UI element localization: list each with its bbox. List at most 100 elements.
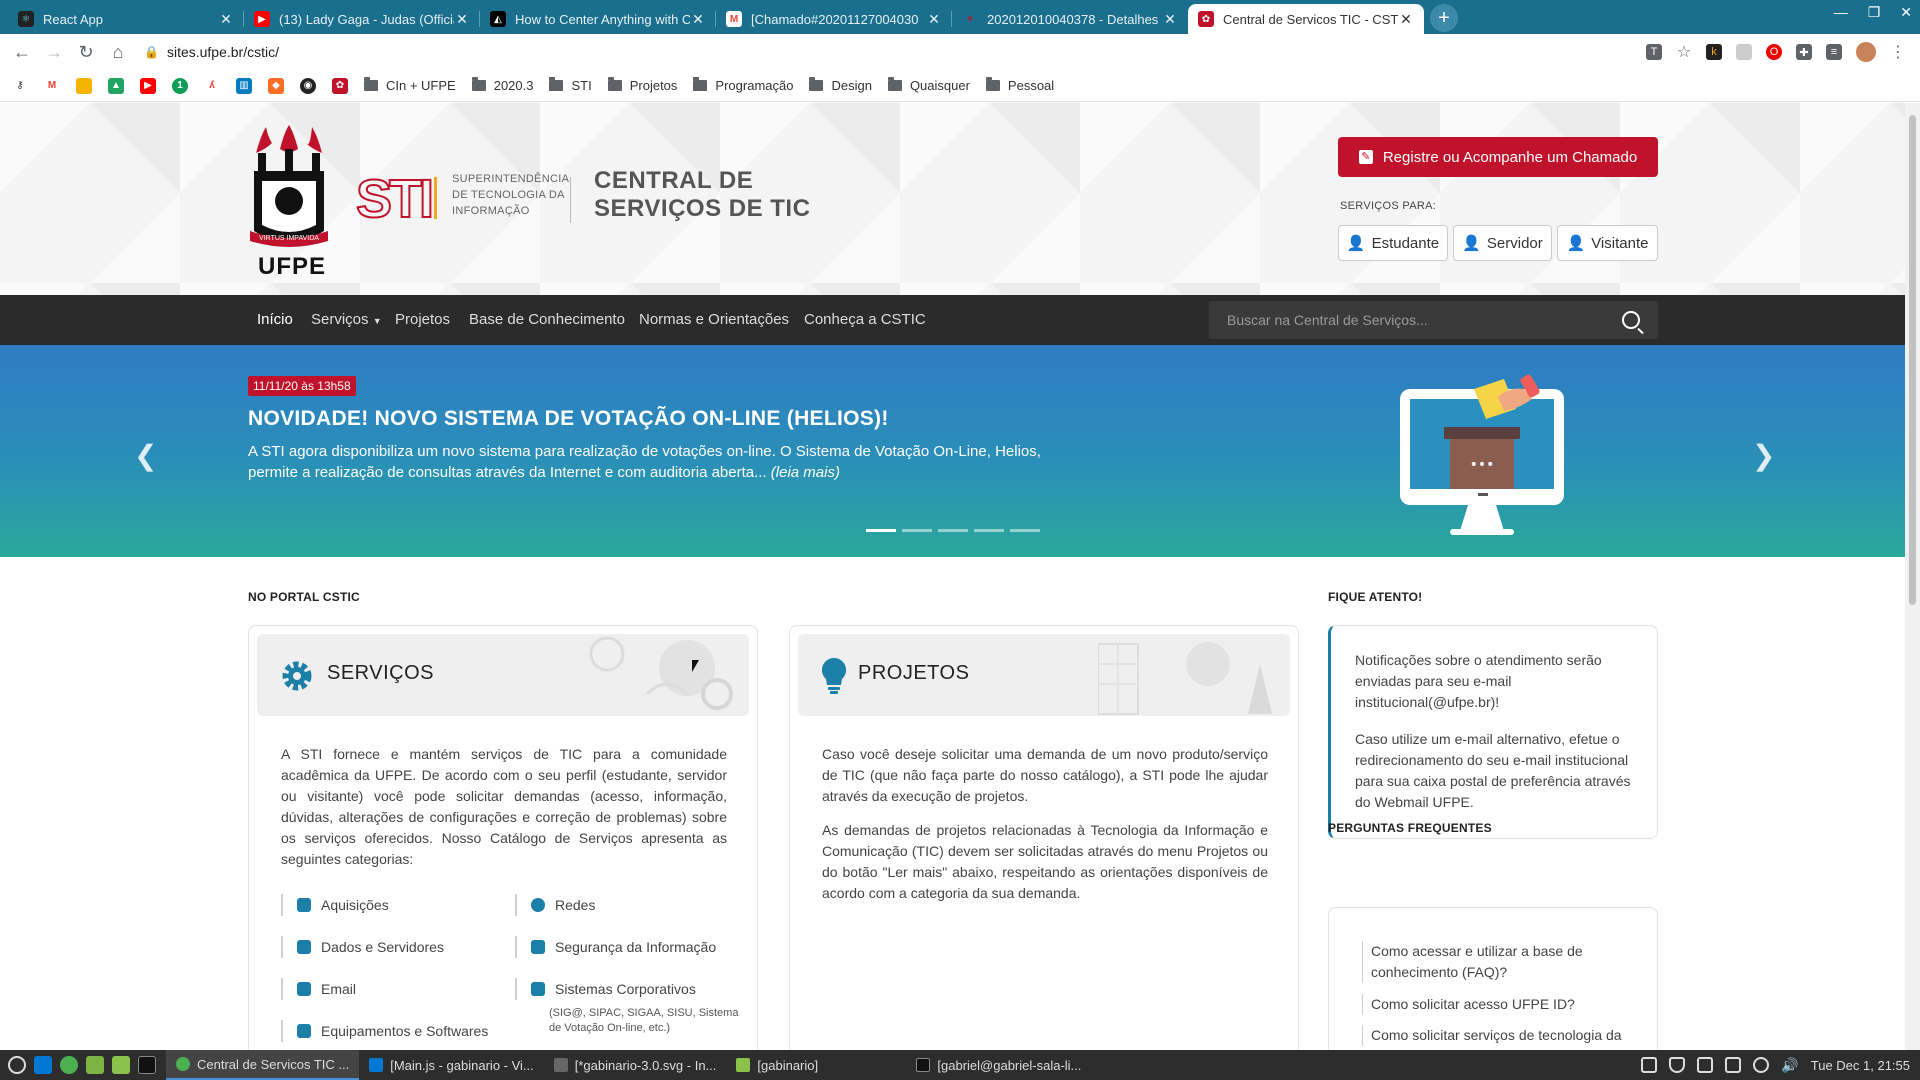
close-icon[interactable]: ✕ [690,11,706,28]
bookmark-folder[interactable]: Programação [693,77,793,93]
trello-bookmark-icon[interactable]: ▥ [236,77,252,94]
back-icon[interactable]: ← [6,42,38,63]
extension-gray-icon[interactable] [1736,44,1752,60]
search-icon[interactable] [1622,311,1640,329]
avatar[interactable] [1856,42,1876,62]
bookmark-folder[interactable]: Design [809,77,872,93]
category-item[interactable]: Sistemas Corporativos [515,978,696,1000]
window-icon[interactable] [1725,1057,1742,1073]
home-icon[interactable]: ⌂ [102,42,134,63]
student-button[interactable]: 👤 Estudante [1338,225,1448,261]
vscode-icon[interactable] [34,1056,52,1074]
carousel-indicator[interactable] [1010,529,1040,532]
browser-tab[interactable]: M [Chamado#20201127004030 ✕ [716,4,952,34]
nav-item-inicio[interactable]: Início [257,311,293,328]
close-icon[interactable]: ✕ [218,11,234,28]
menu-icon[interactable]: ⋮ [1890,44,1906,61]
carousel-next-icon[interactable]: ❯ [1752,439,1775,472]
taskbar-window-terminal[interactable]: [gabriel@gabriel-sala-li... [906,1050,1091,1080]
bookmark-folder[interactable]: Quaisquer [887,77,970,93]
nav-item-conheca[interactable]: Conheça a CSTIC [804,311,926,328]
browser-tab[interactable]: ⚛ React App ✕ [8,4,244,34]
reload-icon[interactable]: ↻ [70,42,102,63]
carousel-indicator[interactable] [938,529,968,532]
sti-logo[interactable]: STI [356,171,446,227]
category-item[interactable]: Email [281,978,356,1000]
nav-item-projetos[interactable]: Projetos [395,311,450,328]
extension-k-icon[interactable]: k [1706,44,1722,60]
address-bar[interactable]: 🔒 sites.ufpe.br/cstic/ [144,38,1644,66]
bookmark-star-icon[interactable]: ☆ [1676,44,1692,61]
minimize-icon[interactable]: — [1834,4,1848,21]
gcal-bookmark-icon[interactable] [76,77,92,94]
folder-icon[interactable] [112,1056,130,1074]
forward-icon[interactable]: → [38,42,70,63]
close-icon[interactable]: ✕ [926,11,942,28]
category-item[interactable]: Redes [515,894,595,916]
network-icon[interactable] [1697,1057,1714,1073]
carousel-indicator[interactable] [902,529,932,532]
category-item[interactable]: Segurança da Informação [515,936,716,958]
visitor-button[interactable]: 👤 Visitante [1557,225,1658,261]
bulb-icon[interactable] [1753,1057,1770,1073]
gitlab-bookmark-icon[interactable]: ◆ [268,77,284,94]
close-icon[interactable]: ✕ [454,11,470,28]
nav-item-base-conhecimento[interactable]: Base de Conhecimento [469,311,625,328]
clock[interactable]: Tue Dec 1, 21:55 [1811,1058,1910,1073]
shield-icon[interactable] [1669,1057,1686,1073]
key-icon[interactable]: ⚷ [12,78,28,94]
bookmark-folder[interactable]: CIn + UFPE [364,77,456,93]
menu-launcher-icon[interactable] [8,1056,26,1074]
new-tab-button[interactable]: + [1430,4,1458,32]
register-ticket-button[interactable]: ✎ Registre ou Acompanhe um Chamado [1338,137,1658,177]
close-icon[interactable]: ✕ [1398,11,1414,28]
opera-icon[interactable]: O [1766,44,1782,60]
bookmark-folder[interactable]: 2020.3 [471,77,533,93]
projects-card-title[interactable]: PROJETOS [858,662,969,685]
taskbar-window-inkscape[interactable]: [*gabinario-3.0.svg - In... [544,1050,727,1080]
carousel-indicator[interactable] [866,529,896,532]
files-icon[interactable] [86,1056,104,1074]
taskbar-window-chrome[interactable]: Central de Servicos TIC ... [166,1050,360,1080]
page-scrollbar[interactable] [1905,103,1920,1050]
green-bookmark-icon[interactable]: 1 [172,77,188,94]
drive-bookmark-icon[interactable]: ▲ [108,77,124,94]
browser-tab[interactable]: ◭ How to Center Anything with CSS ✕ [480,4,716,34]
youtube-bookmark-icon[interactable]: ▶ [140,77,156,94]
bookmark-folder[interactable]: STI [549,77,592,93]
acrobat-bookmark-icon[interactable]: ʎ [204,78,220,94]
category-item[interactable]: Equipamentos e Softwares [281,1020,488,1042]
clipboard-icon[interactable] [1641,1057,1658,1073]
close-window-icon[interactable]: ✕ [1900,4,1912,21]
category-item[interactable]: Dados e Servidores [281,936,444,958]
employee-button[interactable]: 👤 Servidor [1453,225,1552,261]
search-input[interactable]: Buscar na Central de Serviços... [1209,301,1658,339]
category-item[interactable]: Aquisições [281,894,389,916]
translate-icon[interactable]: T [1646,44,1662,60]
media-icon[interactable]: ≡ [1826,44,1842,60]
faq-item[interactable]: Como solicitar acesso UFPE ID? [1362,994,1632,1015]
bookmark-folder[interactable]: Projetos [607,77,677,93]
maximize-icon[interactable]: ❐ [1868,4,1881,21]
close-icon[interactable]: ✕ [1162,11,1178,28]
chrome-icon[interactable] [60,1056,78,1074]
browser-tab-active[interactable]: ✿ Central de Servicos TIC - CSTIC ✕ [1188,4,1424,34]
nav-item-normas[interactable]: Normas e Orientações [639,311,789,328]
github-bookmark-icon[interactable]: ◉ [300,77,316,94]
browser-tab[interactable]: ✶ 202012010040378 - Detalhes ✕ [952,4,1188,34]
services-card-title[interactable]: SERVIÇOS [327,662,434,685]
read-more-link[interactable]: (leia mais) [771,464,840,481]
volume-icon[interactable]: 🔊 [1781,1057,1798,1074]
gmail-bookmark-icon[interactable]: M [44,78,60,94]
carousel-prev-icon[interactable]: ❮ [134,439,157,472]
taskbar-window-vscode[interactable]: [Main.js - gabinario - Vi... [359,1050,544,1080]
puzzle-icon[interactable]: ✚ [1796,44,1812,60]
ufpe-bookmark-icon[interactable]: ✿ [332,77,348,94]
bookmark-folder[interactable]: Pessoal [985,77,1054,93]
news-title[interactable]: NOVIDADE! NOVO SISTEMA DE VOTAÇÃO ON-LIN… [248,407,889,431]
scrollbar-thumb[interactable] [1909,115,1916,605]
carousel-indicator[interactable] [974,529,1004,532]
terminal-icon[interactable] [138,1056,156,1074]
browser-tab[interactable]: ▶ (13) Lady Gaga - Judas (Official ✕ [244,4,480,34]
taskbar-window-files[interactable]: [gabinario] [726,1050,906,1080]
